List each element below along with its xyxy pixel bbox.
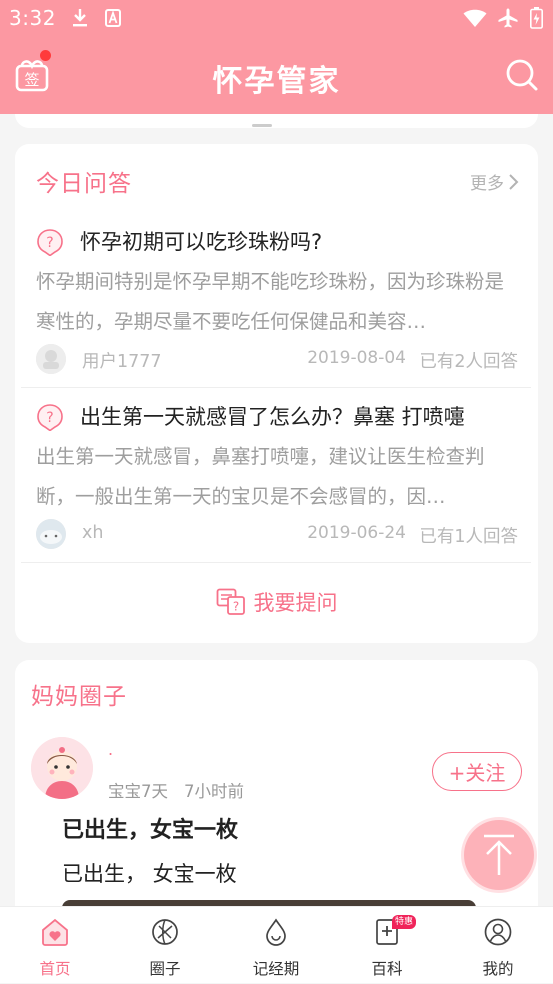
wifi-icon xyxy=(462,7,488,29)
download-icon xyxy=(70,7,90,29)
svg-text:?: ? xyxy=(232,600,238,614)
app-title: 怀孕管家 xyxy=(212,64,341,99)
airplane-icon xyxy=(496,7,520,29)
previous-card-indicator xyxy=(252,124,272,127)
tab-period[interactable]: 记经期 xyxy=(221,907,331,984)
tab-profile[interactable]: 我的 xyxy=(443,907,553,984)
post-date: 2019-08-04 xyxy=(307,348,406,368)
post-date: 2019-06-24 xyxy=(307,523,406,543)
chevron-right-icon xyxy=(509,173,519,190)
qa-item[interactable]: ? 出生第一天就感冒了怎么办？鼻塞 打喷嚏 出生第一天就感冒，鼻塞打喷嚏，建议让… xyxy=(36,403,518,549)
back-to-top-button[interactable] xyxy=(461,817,537,893)
avatar xyxy=(36,519,66,549)
username: xh xyxy=(82,523,104,543)
a-icon xyxy=(104,7,122,29)
answer-preview: 出生第一天就感冒，鼻塞打喷嚏，建议让医生检查判断，一般出生第一天的宝贝是不会感冒… xyxy=(36,445,485,508)
more-label: 更多 xyxy=(470,174,504,194)
baby-age: 宝宝7天 xyxy=(108,782,168,801)
answer-count: 已有1人回答 xyxy=(419,527,518,547)
tab-label: 首页 xyxy=(39,960,71,978)
avatar xyxy=(36,344,66,374)
answer-preview: 怀孕期间特别是怀孕早期不能吃珍珠粉，因为珍珠粉是寒性的，孕期尽量不要吃任何保健品… xyxy=(36,270,505,333)
answer-count: 已有2人回答 xyxy=(419,352,518,372)
tab-label: 圈子 xyxy=(149,960,181,978)
question-title: 出生第一天就感冒了怎么办？鼻塞 打喷嚏 xyxy=(80,405,465,429)
home-heart-icon xyxy=(42,918,68,946)
author-name: . xyxy=(108,740,114,759)
qa-meta: 用户1777 2019-08-04 已有2人回答 xyxy=(36,344,518,374)
period-drop-icon xyxy=(266,918,286,946)
search-button[interactable] xyxy=(505,58,539,92)
divider xyxy=(21,387,531,388)
qa-item[interactable]: ? 怀孕初期可以吃珍珠粉吗? 怀孕期间特别是怀孕早期不能吃珍珠粉，因为珍珠粉是寒… xyxy=(36,228,518,374)
username: 用户1777 xyxy=(82,352,162,372)
follow-button[interactable]: +关注 xyxy=(432,752,522,791)
post-meta: 宝宝7天 7小时前 xyxy=(108,778,244,802)
question-icon: ? xyxy=(37,229,63,256)
circle-card: 妈妈圈子 . 宝宝7天 7小时前 +关注 已出生，女宝一枚 已出生， 女宝一枚 xyxy=(15,660,538,940)
post-body: 已出生， 女宝一枚 xyxy=(62,862,237,886)
tab-label: 百科 xyxy=(371,960,403,978)
battery-icon xyxy=(528,7,544,29)
qa-card: 今日问答 更多 ? 怀孕初期可以吃珍珠粉吗? 怀孕期间特别是怀孕早期不能吃珍珠粉… xyxy=(15,144,538,643)
ask-question-button[interactable]: ? 我要提问 xyxy=(15,586,538,618)
post-title: 已出生，女宝一枚 xyxy=(62,818,239,843)
svg-text:?: ? xyxy=(46,410,53,426)
promo-badge: 特惠 xyxy=(392,915,417,929)
qa-section-title: 今日问答 xyxy=(36,171,132,197)
tab-label: 我的 xyxy=(482,960,514,978)
tab-label: 记经期 xyxy=(252,960,300,978)
status-bar: 3:32 xyxy=(0,0,553,36)
svg-text:?: ? xyxy=(46,235,53,251)
divider xyxy=(21,562,531,563)
avatar[interactable] xyxy=(31,737,93,799)
circle-icon xyxy=(152,919,178,945)
previous-card-edge xyxy=(15,114,538,128)
ask-question-label: 我要提问 xyxy=(253,591,338,615)
app-header: 签 怀孕管家 xyxy=(0,36,553,114)
bottom-tab-bar: 首页 圈子 记经期 特惠 百科 我的 xyxy=(0,906,553,983)
search-icon xyxy=(506,59,538,91)
more-link[interactable]: 更多 xyxy=(470,169,520,194)
time-ago: 7小时前 xyxy=(184,782,244,801)
qa-meta: xh 2019-06-24 已有1人回答 xyxy=(36,519,518,549)
question-title: 怀孕初期可以吃珍珠粉吗? xyxy=(80,230,323,254)
arrow-up-icon xyxy=(484,834,514,875)
profile-icon xyxy=(484,918,512,946)
question-icon: ? xyxy=(37,404,63,431)
tab-circle[interactable]: 圈子 xyxy=(110,907,220,984)
circle-section-title: 妈妈圈子 xyxy=(31,684,127,710)
tab-home[interactable]: 首页 xyxy=(0,907,110,984)
status-time: 3:32 xyxy=(9,6,56,30)
tab-encyclopedia[interactable]: 特惠 百科 xyxy=(332,907,442,984)
ask-question-icon: ? xyxy=(216,588,245,615)
